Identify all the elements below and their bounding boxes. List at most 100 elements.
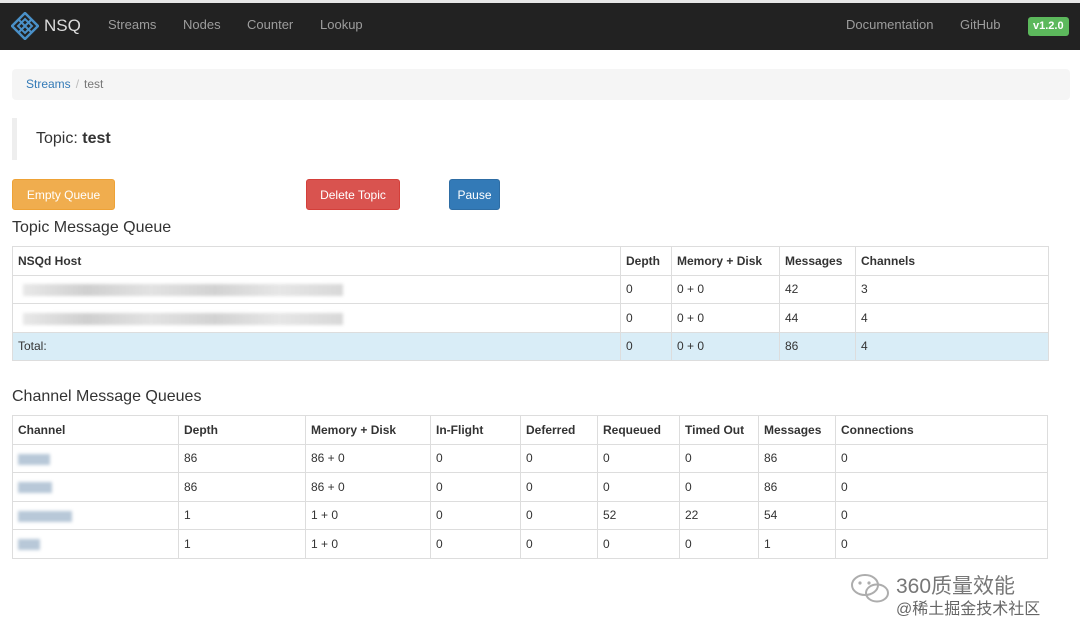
channel-queues-title: Channel Message Queues (12, 388, 202, 405)
mem-disk-cell: 86 + 0 (305, 472, 431, 502)
redacted-channel-link[interactable] (18, 510, 72, 522)
channel-cell[interactable] (12, 443, 179, 473)
mem-disk-cell: 86 + 0 (305, 443, 431, 473)
nav-streams[interactable]: Streams (108, 17, 156, 33)
deferred-cell: 0 (520, 443, 598, 473)
channel-cell[interactable] (12, 529, 179, 559)
pause-button[interactable]: Pause (449, 179, 500, 210)
brand-name: NSQ (44, 16, 81, 35)
mem-disk-cell: 0 + 0 (671, 331, 780, 361)
messages-cell: 42 (779, 274, 856, 304)
deferred-cell: 0 (520, 500, 598, 530)
column-header: Memory + Disk (671, 246, 780, 276)
brand-link[interactable]: NSQ (11, 11, 81, 41)
topic-name: test (82, 130, 111, 147)
in-flight-cell: 0 (430, 529, 521, 559)
mem-disk-cell: 1 + 0 (305, 500, 431, 530)
depth-cell: 0 (620, 274, 672, 304)
channels-cell: 4 (855, 331, 1049, 361)
channels-cell: 3 (855, 274, 1049, 304)
table-header-row: NSQd Host Depth Memory + Disk Messages C… (12, 246, 1049, 276)
depth-cell: 0 (620, 331, 672, 361)
column-header: Requeued (597, 415, 680, 445)
messages-cell: 54 (758, 500, 836, 530)
mem-disk-cell: 0 + 0 (671, 274, 780, 304)
column-header: Messages (758, 415, 836, 445)
mem-disk-cell: 0 + 0 (671, 303, 780, 333)
timed-out-cell: 0 (679, 472, 759, 502)
messages-cell: 86 (758, 443, 836, 473)
requeued-cell: 0 (597, 472, 680, 502)
delete-topic-button[interactable]: Delete Topic (306, 179, 400, 210)
in-flight-cell: 0 (430, 472, 521, 502)
topic-prefix: Topic: (36, 130, 78, 147)
breadcrumb-current: test (84, 77, 104, 91)
column-header: In-Flight (430, 415, 521, 445)
column-header: Depth (178, 415, 306, 445)
nav-github[interactable]: GitHub (960, 17, 1000, 33)
version-badge: v1.2.0 (1028, 17, 1069, 36)
requeued-cell: 52 (597, 500, 680, 530)
nav-lookup[interactable]: Lookup (320, 17, 363, 33)
messages-cell: 86 (758, 472, 836, 502)
host-cell[interactable] (12, 303, 621, 333)
column-header: Channels (855, 246, 1049, 276)
empty-queue-button[interactable]: Empty Queue (12, 179, 115, 210)
redacted-channel-link[interactable] (18, 453, 50, 465)
breadcrumb: Streams / test (12, 69, 1070, 100)
total-label: Total: (12, 331, 621, 361)
table-row: 86 86 + 0 0 0 0 0 86 0 (12, 443, 1048, 473)
redacted-channel-link[interactable] (18, 539, 40, 551)
wechat-icon (851, 574, 889, 603)
page-title: Topic: test (12, 118, 312, 160)
nav-documentation[interactable]: Documentation (846, 17, 933, 33)
watermark: 360质量效能 @稀土掘金技术社区 (848, 568, 1068, 618)
column-header: Messages (779, 246, 856, 276)
in-flight-cell: 0 (430, 443, 521, 473)
navbar: NSQ Streams Nodes Counter Lookup Documen… (0, 3, 1080, 50)
connections-cell: 0 (835, 443, 1048, 473)
depth-cell: 1 (178, 529, 306, 559)
topic-queue-table: NSQd Host Depth Memory + Disk Messages C… (12, 246, 1049, 361)
in-flight-cell: 0 (430, 500, 521, 530)
depth-cell: 86 (178, 472, 306, 502)
timed-out-cell: 22 (679, 500, 759, 530)
channel-cell[interactable] (12, 500, 179, 530)
column-header: NSQd Host (12, 246, 621, 276)
table-row: 86 86 + 0 0 0 0 0 86 0 (12, 472, 1048, 502)
messages-cell: 1 (758, 529, 836, 559)
watermark-community: @稀土掘金技术社区 (896, 601, 1041, 618)
nav-counter[interactable]: Counter (247, 17, 293, 33)
breadcrumb-separator: / (75, 77, 80, 91)
column-header: Channel (12, 415, 179, 445)
depth-cell: 1 (178, 500, 306, 530)
redacted-host (23, 284, 343, 297)
column-header: Deferred (520, 415, 598, 445)
breadcrumb-streams-link[interactable]: Streams (26, 77, 71, 91)
channels-cell: 4 (855, 303, 1049, 333)
table-row: 0 0 + 0 42 3 (12, 274, 1049, 304)
table-header-row: Channel Depth Memory + Disk In-Flight De… (12, 415, 1048, 445)
column-header: Connections (835, 415, 1048, 445)
column-header: Memory + Disk (305, 415, 431, 445)
deferred-cell: 0 (520, 529, 598, 559)
redacted-host (23, 312, 343, 325)
timed-out-cell: 0 (679, 529, 759, 559)
channel-queues-table: Channel Depth Memory + Disk In-Flight De… (12, 415, 1048, 559)
redacted-channel-link[interactable] (18, 482, 52, 494)
messages-cell: 44 (779, 303, 856, 333)
requeued-cell: 0 (597, 529, 680, 559)
topic-queue-title: Topic Message Queue (12, 219, 172, 236)
connections-cell: 0 (835, 500, 1048, 530)
deferred-cell: 0 (520, 472, 598, 502)
timed-out-cell: 0 (679, 443, 759, 473)
channel-cell[interactable] (12, 472, 179, 502)
table-row: 0 0 + 0 44 4 (12, 303, 1049, 333)
nsq-logo-icon (11, 12, 39, 40)
connections-cell: 0 (835, 529, 1048, 559)
column-header: Timed Out (679, 415, 759, 445)
nav-nodes[interactable]: Nodes (183, 17, 221, 33)
host-cell[interactable] (12, 274, 621, 304)
requeued-cell: 0 (597, 443, 680, 473)
messages-cell: 86 (779, 331, 856, 361)
